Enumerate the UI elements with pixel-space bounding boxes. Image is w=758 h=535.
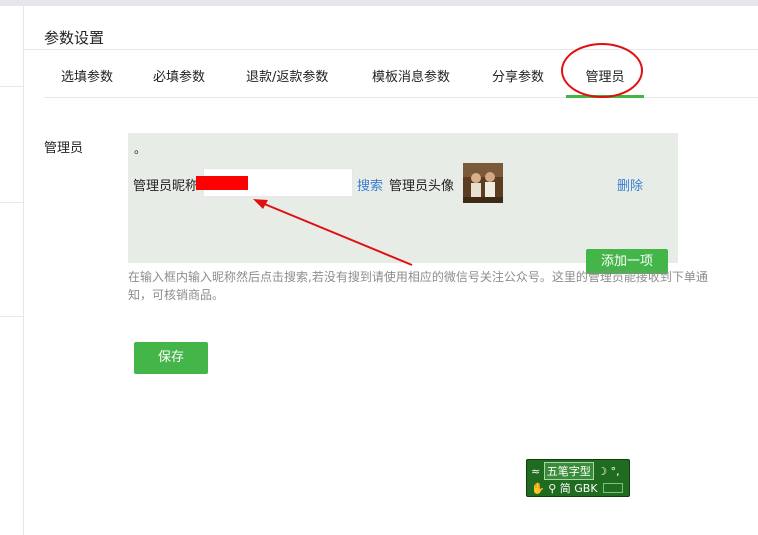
avatar — [463, 163, 503, 203]
ime-mode-label[interactable]: 五笔字型 — [543, 462, 594, 480]
left-sidebar-strip — [0, 6, 24, 535]
title-divider — [24, 49, 758, 50]
redaction-mark — [196, 176, 248, 190]
top-bar — [0, 0, 758, 6]
ime-expand-icon[interactable]: ≈ — [531, 465, 540, 478]
tab-required-params[interactable]: 必填参数 — [153, 66, 205, 98]
sidebar-divider — [0, 202, 24, 203]
ime-search-icon[interactable]: ⚲ — [548, 482, 556, 495]
page-title: 参数设置 — [44, 29, 105, 47]
admin-field-label: 管理员 — [44, 141, 84, 156]
ime-hand-icon[interactable]: ✋ — [531, 482, 545, 495]
tab-share-params[interactable]: 分享参数 — [492, 66, 544, 98]
ime-punct-icon[interactable]: °, — [611, 465, 620, 478]
ime-keyboard-icon[interactable] — [603, 483, 624, 493]
ime-encoding-label[interactable]: GBK — [574, 482, 597, 495]
sidebar-divider — [0, 316, 24, 317]
sidebar-divider — [0, 86, 24, 87]
tab-template-message-params[interactable]: 模板消息参数 — [372, 66, 450, 98]
avatar-label: 管理员头像 — [389, 179, 455, 194]
delete-link[interactable]: 删除 — [617, 175, 643, 194]
save-button[interactable]: 保存 — [134, 342, 208, 374]
ime-lang-label[interactable]: 简 — [560, 480, 571, 496]
admin-dot: 。 — [134, 142, 147, 156]
ime-moon-icon[interactable]: ☽ — [597, 465, 607, 478]
tab-bar: 选填参数 必填参数 退款/返款参数 模板消息参数 分享参数 管理员 — [44, 66, 758, 98]
nickname-label: 管理员昵称 — [133, 179, 199, 194]
ime-toolbar[interactable]: ≈ 五笔字型 ☽ °, ✋ ⚲ 简 GBK — [526, 459, 630, 497]
avatar-photo — [463, 163, 503, 203]
search-link[interactable]: 搜索 — [357, 175, 383, 194]
help-text: 在输入框内输入昵称然后点击搜索,若没有搜到请使用相应的微信号关注公众号。这里的管… — [128, 270, 708, 302]
admin-panel — [128, 133, 678, 263]
tab-refund-params[interactable]: 退款/返款参数 — [246, 66, 328, 98]
annotation-circle — [561, 43, 643, 98]
tab-optional-params[interactable]: 选填参数 — [61, 66, 113, 98]
